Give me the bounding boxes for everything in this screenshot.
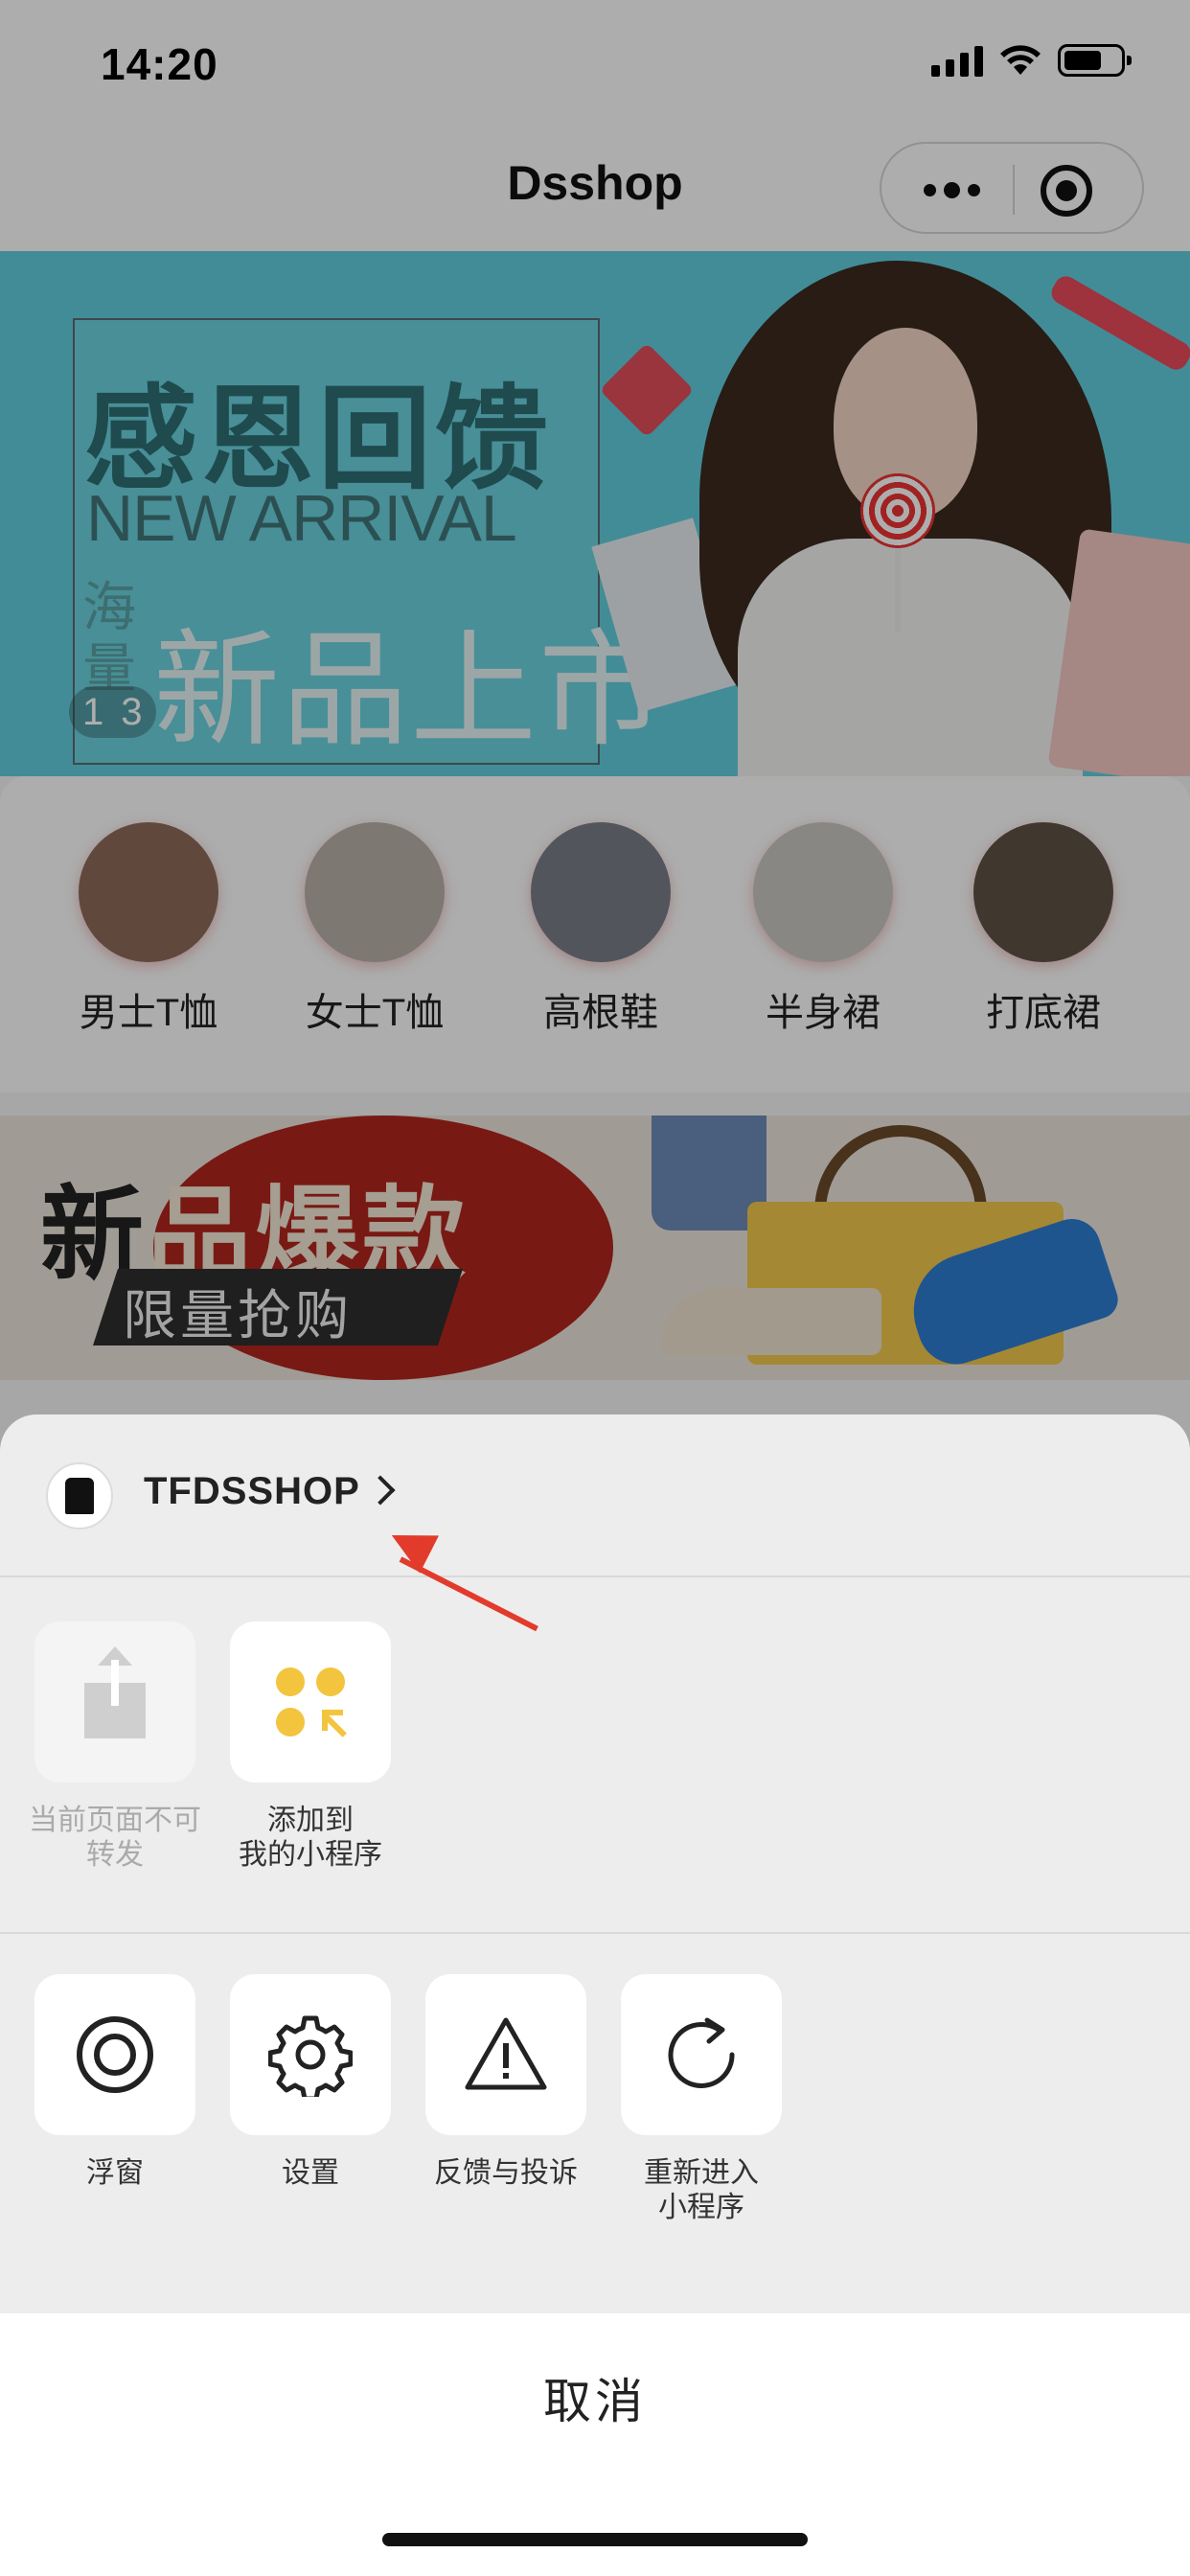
float-window-action[interactable]: 浮窗 bbox=[17, 1974, 213, 2191]
feedback-tile[interactable] bbox=[425, 1974, 586, 2135]
float-window-tile[interactable] bbox=[34, 1974, 195, 2135]
app-name-link[interactable]: TFDSSHOP bbox=[144, 1470, 360, 1513]
float-window-icon-inner bbox=[94, 2034, 136, 2076]
action-sheet: TFDSSHOP 当前页面不可 转发 添加到 我的小程序 浮窗 设置 反馈与投诉… bbox=[0, 1414, 1190, 2576]
sheet-actions-bottom: 浮窗 设置 反馈与投诉 重新进入 小程序 bbox=[0, 1974, 1190, 2262]
label-line: 转发 bbox=[86, 1839, 144, 1871]
settings-tile[interactable] bbox=[230, 1974, 391, 2135]
label-line: 添加到 bbox=[267, 1805, 354, 1836]
add-to-my-miniprogram-icon bbox=[276, 1668, 305, 1696]
share-disabled-label: 当前页面不可 转发 bbox=[17, 1804, 213, 1873]
share-stem bbox=[111, 1660, 119, 1706]
label-line: 当前页面不可 bbox=[29, 1805, 201, 1836]
chevron-right-icon bbox=[365, 1475, 396, 1506]
label-line: 小程序 bbox=[658, 2192, 744, 2223]
mini-program-page: 14:20 Dsshop 感恩回馈 NEW ARRIVAL 海量 新品上市 1 … bbox=[0, 0, 1190, 2576]
cancel-label: 取消 bbox=[543, 2375, 647, 2428]
gear-icon bbox=[268, 2015, 353, 2097]
label-line: 我的小程序 bbox=[239, 1839, 382, 1871]
warning-icon bbox=[465, 2017, 547, 2090]
sheet-actions-top: 当前页面不可 转发 添加到 我的小程序 bbox=[0, 1622, 1190, 1909]
float-window-label: 浮窗 bbox=[86, 2157, 144, 2189]
add-to-my-miniprogram-action[interactable]: 添加到 我的小程序 bbox=[213, 1622, 408, 1873]
feedback-label: 反馈与投诉 bbox=[434, 2157, 578, 2189]
settings-action[interactable]: 设置 bbox=[213, 1974, 408, 2191]
sheet-header[interactable]: TFDSSHOP bbox=[0, 1414, 1190, 1577]
add-to-my-miniprogram-label: 添加到 我的小程序 bbox=[213, 1804, 408, 1873]
add-to-my-miniprogram-tile[interactable] bbox=[230, 1622, 391, 1782]
label-line: 重新进入 bbox=[644, 2157, 759, 2189]
share-disabled-action: 当前页面不可 转发 bbox=[17, 1622, 213, 1873]
icon-dot bbox=[316, 1668, 345, 1696]
reenter-tile[interactable] bbox=[621, 1974, 782, 2135]
settings-label: 设置 bbox=[282, 2157, 339, 2189]
reenter-label: 重新进入 小程序 bbox=[604, 2156, 799, 2225]
sheet-divider bbox=[0, 1932, 1190, 1934]
icon-dot bbox=[276, 1708, 305, 1736]
app-logo-icon bbox=[46, 1462, 113, 1530]
cancel-button[interactable]: 取消 bbox=[0, 2313, 1190, 2576]
share-tile bbox=[34, 1622, 195, 1782]
feedback-action[interactable]: 反馈与投诉 bbox=[408, 1974, 604, 2191]
reload-icon bbox=[668, 2017, 735, 2088]
reenter-miniprogram-action[interactable]: 重新进入 小程序 bbox=[604, 1974, 799, 2225]
